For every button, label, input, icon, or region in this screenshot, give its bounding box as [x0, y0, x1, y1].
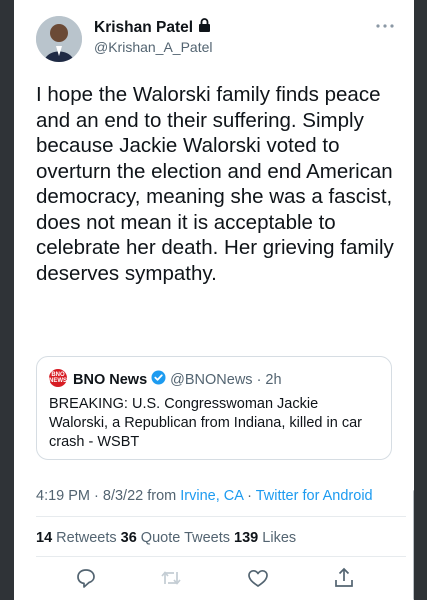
author-handle[interactable]: @Krishan_A_Patel: [94, 39, 213, 55]
scrollbar[interactable]: [413, 490, 414, 600]
reply-icon[interactable]: [74, 566, 98, 590]
retweet-icon[interactable]: [159, 566, 183, 590]
tweet-time-date: 4:19 PM · 8/3/22 from: [36, 488, 181, 504]
divider: [36, 516, 406, 517]
divider: [36, 556, 406, 557]
likes-stat[interactable]: 139 Likes: [234, 530, 296, 546]
tweet-card: Krishan Patel @Krishan_A_Patel I hope th…: [14, 0, 414, 600]
quotes-count: 36: [120, 530, 137, 546]
tweet-meta: 4:19 PM · 8/3/22 from Irvine, CA · Twitt…: [36, 488, 373, 504]
bno-logo: BNO NEWS: [49, 369, 67, 387]
quoted-header: BNO News @BNONews · 2h: [73, 370, 282, 389]
verified-icon: [151, 370, 166, 389]
author-name[interactable]: Krishan Patel: [94, 18, 211, 37]
tweet-text: I hope the Walorski family finds peace a…: [36, 83, 394, 285]
source-link[interactable]: Twitter for Android: [256, 488, 373, 504]
quotes-stat[interactable]: 36 Quote Tweets: [121, 530, 234, 546]
more-icon[interactable]: [374, 18, 396, 28]
share-icon[interactable]: [332, 566, 356, 590]
quoted-handle-time: @BNONews · 2h: [170, 371, 282, 388]
retweets-count: 14: [36, 530, 53, 546]
bno-logo-bottom: NEWS: [49, 378, 67, 384]
meta-separator: ·: [243, 488, 256, 504]
quoted-name: BNO News: [73, 371, 148, 388]
retweets-stat[interactable]: 14 Retweets: [36, 530, 121, 546]
likes-label: Likes: [258, 530, 297, 546]
tweet-stats: 14 Retweets 36 Quote Tweets 139 Likes: [36, 530, 296, 546]
like-icon[interactable]: [246, 566, 270, 590]
location-link[interactable]: Irvine, CA: [180, 488, 243, 504]
quoted-text: BREAKING: U.S. Congresswoman Jackie Walo…: [49, 396, 362, 450]
quotes-label: Quote Tweets: [136, 530, 235, 546]
tweet-actions: [14, 566, 414, 592]
retweets-label: Retweets: [52, 530, 121, 546]
author-name-text: Krishan Patel: [94, 18, 194, 36]
likes-count: 139: [234, 530, 259, 546]
author-avatar[interactable]: [36, 16, 82, 62]
quoted-tweet[interactable]: BNO NEWS BNO News @BNONews · 2h BREAKING…: [36, 356, 392, 460]
lock-icon: [198, 18, 211, 37]
